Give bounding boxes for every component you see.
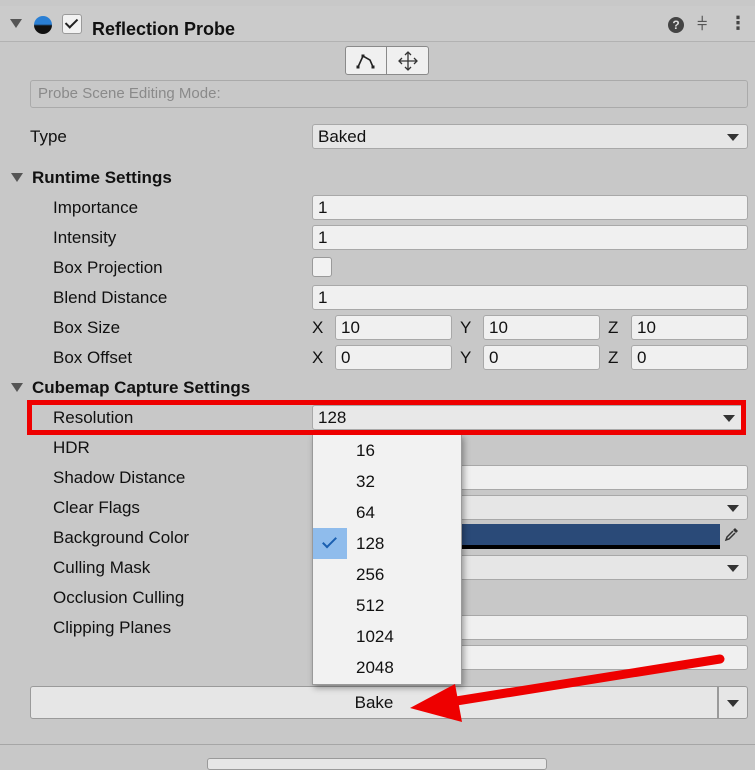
annotation-arrow (410, 654, 725, 722)
